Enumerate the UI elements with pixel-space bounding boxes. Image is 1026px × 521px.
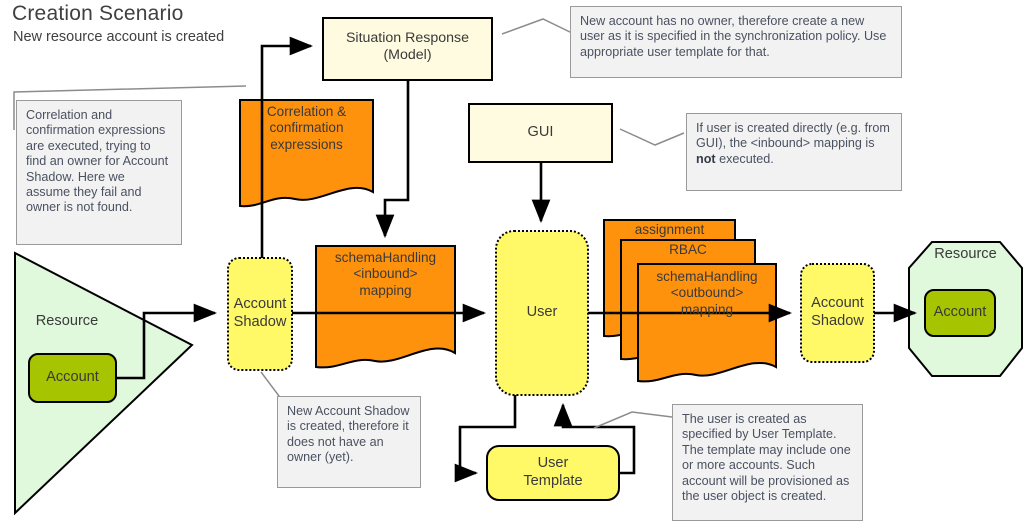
inbound-document-shape bbox=[315, 245, 456, 369]
page-subtitle: New resource account is created bbox=[13, 29, 225, 45]
account-left-box bbox=[28, 353, 117, 403]
note-new-account: New account has no owner, therefore crea… bbox=[570, 6, 902, 78]
note-gui: If user is created directly (e.g. from G… bbox=[686, 113, 902, 191]
diagram-canvas: Creation Scenario New resource account i… bbox=[0, 0, 1026, 521]
note-shadow: New Account Shadow is created, therefore… bbox=[277, 396, 421, 488]
page-title: Creation Scenario bbox=[12, 2, 184, 25]
edge-situation-to-inbound bbox=[375, 80, 410, 239]
correlation-document-shape bbox=[239, 99, 374, 208]
account-right-box bbox=[924, 289, 996, 337]
leader-note-gui bbox=[619, 128, 685, 146]
note-gui-text-after: executed. bbox=[715, 151, 774, 166]
diagram-graphics bbox=[13, 17, 1023, 516]
leader-note-new-account bbox=[501, 18, 573, 35]
situation-response-box bbox=[322, 17, 493, 81]
account-shadow-right-box bbox=[800, 263, 875, 363]
leader-note-user-template bbox=[593, 411, 673, 429]
note-correlation: Correlation and confirmation expressions… bbox=[16, 100, 182, 245]
user-template-box bbox=[486, 445, 620, 501]
account-shadow-left-box bbox=[227, 257, 293, 371]
user-box bbox=[495, 230, 589, 396]
note-gui-text-before: If user is created directly (e.g. from G… bbox=[696, 121, 890, 151]
gui-box bbox=[468, 103, 613, 163]
note-gui-text-bold: not bbox=[696, 151, 716, 166]
outbound-document-shape bbox=[637, 263, 777, 383]
note-user-template: The user is created as specified by User… bbox=[672, 404, 863, 521]
